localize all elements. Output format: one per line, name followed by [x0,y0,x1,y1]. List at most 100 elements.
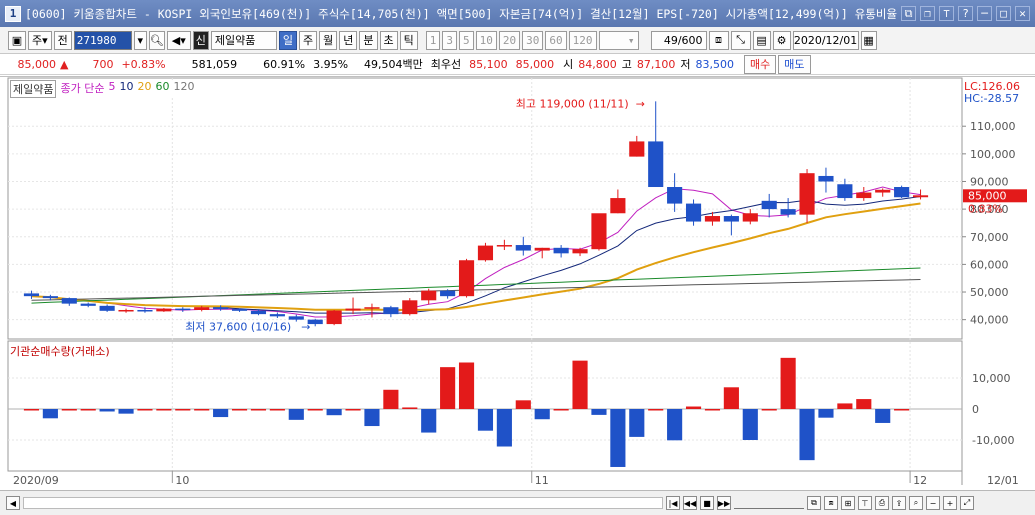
pin-icon[interactable]: ⊤ [939,6,954,21]
chart-area[interactable]: 110,000 100,000 90,000 80,000 70,000 60,000 50… [0,76,1035,490]
zoom-icon[interactable]: ⌕ [909,496,923,510]
pause-icon[interactable]: ■ [700,496,714,510]
prev-button[interactable]: 전 [53,30,72,50]
save-icon[interactable]: ▤ [752,30,771,50]
volume-bar [402,407,418,409]
candle-body [894,187,910,198]
volume-bar [269,409,285,411]
x-tick-label: 2020/09 [13,474,59,487]
chart-canvas[interactable]: 110,000100,00090,00080,00070,00060,00050… [0,77,1035,491]
interval-button[interactable]: 120 [568,30,597,50]
tab-period-minute[interactable]: 분 [359,30,378,50]
zoom-in-icon[interactable]: + [943,496,957,510]
data-count[interactable]: 49/600 [650,30,707,50]
candle-body [23,293,40,297]
tab-period-day[interactable]: 일 [278,30,298,50]
candle-body [61,298,77,304]
indicator-icon[interactable]: ⊤ [858,496,872,510]
overlay-icon[interactable]: ⧉ [807,496,821,510]
help-icon[interactable]: ? [958,6,973,21]
candle-body [515,245,531,251]
minimize-icon[interactable]: ─ [977,6,992,21]
code-dropdown-icon[interactable]: ▾ [133,30,147,50]
window-copy-icon[interactable]: ❐ [920,6,935,21]
volume-bar [894,409,910,411]
candle-body [780,209,796,215]
y-tick-label: 40,000 [970,314,1009,327]
interval-button[interactable]: 3 [442,30,458,50]
interval-button[interactable]: 1 [425,30,441,50]
print-icon[interactable]: ⎙ [875,496,889,510]
tab-period-second[interactable]: 초 [379,30,398,50]
tab-period-tick[interactable]: 틱 [399,30,418,50]
volume-bar [458,362,475,409]
calendar-icon[interactable]: ▦ [860,30,877,50]
copy-chart-icon[interactable]: ⧈ [824,496,838,510]
volume-bar [648,409,664,411]
scroll-footer: ◀ |◀ ◀◀ ■ ▶▶ ⧉ ⧈ ⊞ ⊤ ⎙ ⇪ ⌕ − + ⤢ [0,490,1035,515]
scrollbar-track[interactable] [23,497,663,509]
tab-period-week[interactable]: 주 [299,30,318,50]
x-tick-label: 11 [535,474,549,487]
tab-period-month[interactable]: 월 [319,30,338,50]
candle-body [458,260,475,297]
stock-code-input[interactable] [73,30,132,50]
layout-icon[interactable]: ▣ [8,30,26,50]
export-icon[interactable]: ⇪ [892,496,906,510]
scroll-next-icon[interactable]: ▶▶ [717,496,731,510]
zoom-out-icon[interactable]: − [926,496,940,510]
close-icon[interactable]: ✕ [1015,6,1030,21]
candle-body [667,187,683,204]
table-icon[interactable]: ⊞ [841,496,855,510]
candle-settings-icon[interactable]: ⧈ [708,30,729,50]
open-price: 84,800 [578,57,617,71]
scroll-left-icon[interactable]: ◀ [6,496,20,510]
change-percent: +0.83% [121,57,166,71]
expand-icon[interactable]: ⤢ [960,496,974,510]
draw-tool-icon[interactable]: ⤡ [730,30,751,50]
market-type-select[interactable]: 주 ▾ [28,30,52,50]
zoom-slider[interactable] [734,497,804,509]
search-icon[interactable]: 🔍︎ [148,30,165,50]
gear-icon[interactable]: ⚙ [772,30,791,50]
y-tick-label: 100,000 [970,148,1016,161]
interval-button[interactable]: 10 [475,30,497,50]
y-tick-label: 70,000 [970,231,1009,244]
price-panel-frame [7,77,963,340]
volume-bar [326,409,342,416]
x-tick-label: 10 [175,474,189,487]
buy-button[interactable]: 매수 [744,54,777,74]
interval-dropdown[interactable]: ▾ [598,30,639,50]
trade-amount: 49,504백만 [364,58,423,71]
scroll-home-icon[interactable]: |◀ [666,496,680,510]
sell-button[interactable]: 매도 [778,54,811,74]
scroll-prev-icon[interactable]: ◀◀ [683,496,697,510]
volume-bar [307,409,323,411]
volume-bar [610,409,626,467]
speaker-icon[interactable]: ◀▾ [166,30,191,50]
toolbar: ▣ 주▾ 전 ▾ 🔍︎ ◀▾ 신 제일약품 일 주 월 년 분 초 틱 1 3 … [0,27,1035,54]
candle-body [553,247,569,254]
candle-body [383,307,399,315]
tab-period-year[interactable]: 년 [339,30,358,50]
app-icon: 1 [5,5,21,22]
current-price-label: 85,000 [968,189,1007,202]
price-legend: 제일약품 종가 단순 5 10 20 60 120 [10,80,195,98]
ma20-line [31,202,921,312]
interval-button[interactable]: 5 [459,30,474,50]
date-field[interactable]: 2020/12/01 [792,30,859,50]
interval-button[interactable]: 30 [522,30,544,50]
interval-button[interactable]: 60 [545,30,567,50]
candle-body [761,200,777,210]
candle-body [213,307,229,310]
candle-body [99,305,115,311]
volume-bar [345,409,361,411]
interval-button[interactable]: 20 [498,30,521,50]
maximize-icon[interactable]: □ [996,6,1011,21]
candle-body [837,184,853,199]
candle-body [80,303,96,306]
volume-bar [288,409,304,420]
window-link-icon[interactable]: ⧉ [901,6,916,21]
candle-body [818,175,834,182]
volume-bar [818,409,834,418]
